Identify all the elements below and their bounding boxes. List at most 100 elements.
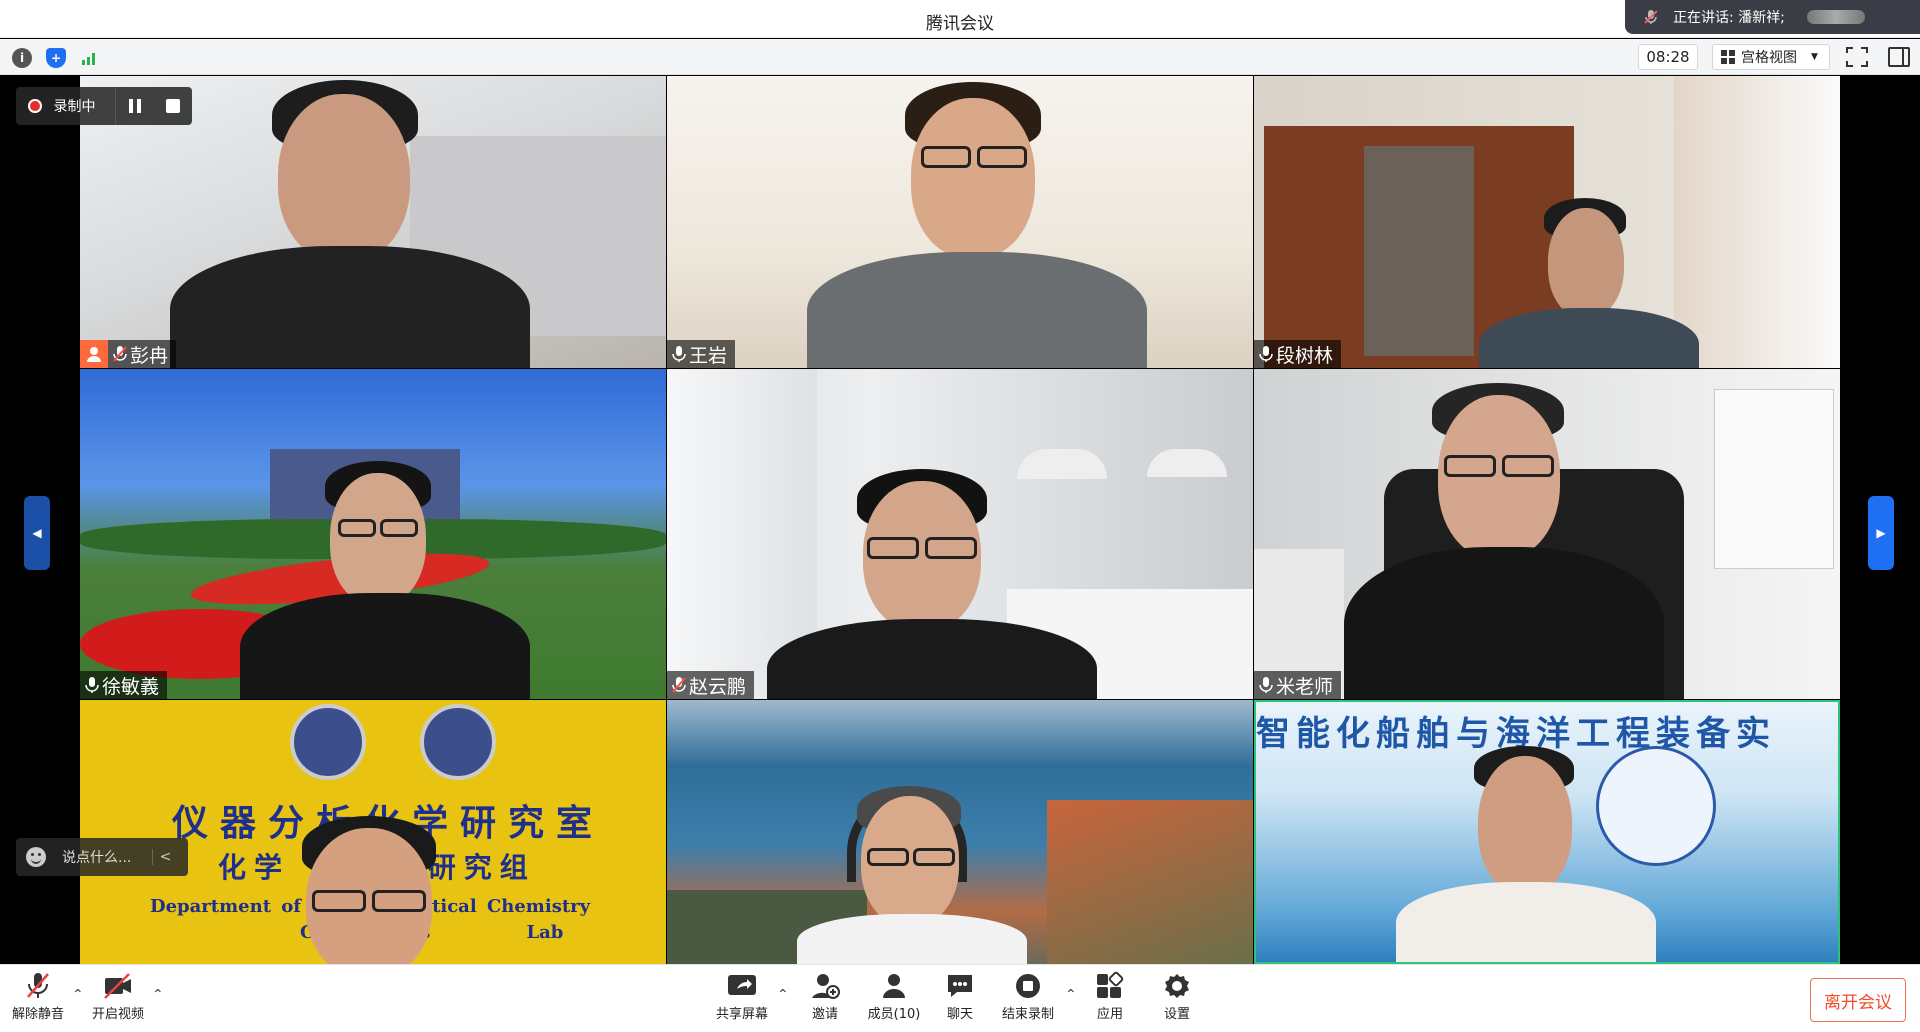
chat-quick-input[interactable]: 说点什么... < (16, 838, 188, 876)
fullscreen-icon[interactable] (1846, 47, 1868, 67)
recording-label: 录制中 (53, 99, 96, 115)
chevron-right-icon: ▶ (1876, 526, 1886, 540)
participant-glasses (867, 848, 909, 866)
pause-icon (136, 99, 141, 113)
blurred-avatar (1806, 10, 1865, 24)
participant-face (911, 98, 1035, 258)
signal-strength-icon[interactable] (80, 48, 100, 68)
video-tile[interactable]: 仪器分析化学研究室 化学 研究组 Department of Ins d Ana… (80, 700, 666, 964)
video-tile[interactable]: 王岩 (667, 76, 1253, 368)
mic-icon (1259, 346, 1273, 362)
bookshelf-inner (1364, 146, 1474, 356)
chat-placeholder[interactable]: 说点什么... (62, 847, 152, 867)
video-tile[interactable]: 米老师 (1254, 369, 1840, 699)
share-screen-label: 共享屏幕 (715, 1007, 768, 1022)
mic-muted-icon (1644, 10, 1658, 24)
end-recording-label: 结束录制 (1001, 1007, 1054, 1022)
title-bar: 腾讯会议 正在讲话: 潘新祥; (0, 0, 1920, 38)
participant-glasses (1444, 455, 1496, 477)
participant-glasses (867, 537, 919, 559)
chat-button[interactable]: 聊天 (924, 971, 996, 1029)
participant-glasses (372, 890, 426, 912)
participant-glasses (380, 519, 418, 537)
participant-face (330, 473, 426, 605)
video-tile[interactable]: 徐敏義 (80, 369, 666, 699)
settings-button[interactable]: 设置 (1141, 971, 1213, 1029)
apps-icon (1097, 971, 1124, 998)
participant-name: 段树林 (1276, 344, 1334, 367)
apps-button[interactable]: 应用 (1074, 971, 1146, 1029)
invite-button[interactable]: 邀请 (789, 971, 861, 1029)
participant-face (1548, 208, 1624, 318)
video-off-icon (104, 973, 131, 999)
tencent-meeting-window: 腾讯会议 正在讲话: 潘新祥; i + 08:28 宫格视图 ▼ 彭冉 王岩 段… (0, 0, 1920, 1032)
members-button[interactable]: 成员(10) (858, 971, 930, 1029)
settings-label: 设置 (1163, 1007, 1190, 1022)
grid-view-icon (1721, 50, 1735, 64)
start-video-button[interactable]: 开启视频 (82, 971, 154, 1029)
mic-icon (1259, 677, 1273, 693)
side-panel-toggle-icon[interactable] (1888, 47, 1910, 67)
next-page-button[interactable]: ▶ (1868, 496, 1894, 570)
participant-name: 徐敏義 (102, 675, 160, 698)
invite-icon (812, 974, 840, 999)
info-icon[interactable]: i (12, 48, 32, 68)
stop-recording-icon (1016, 974, 1040, 998)
meeting-timer: 08:28 (1638, 44, 1698, 70)
participant-face (1478, 756, 1572, 894)
video-tile[interactable]: 段树林 (1254, 76, 1840, 368)
mic-muted-icon (27, 973, 49, 998)
mic-icon (85, 677, 99, 693)
video-feed (667, 700, 1253, 964)
gear-icon (1165, 974, 1189, 998)
chevron-up-icon[interactable]: ⌃ (777, 987, 789, 1003)
participant-body (807, 252, 1147, 368)
chat-icon (948, 975, 972, 997)
chevron-up-icon[interactable]: ⌃ (152, 987, 164, 1003)
participant-name-tag: 王岩 (667, 340, 736, 368)
stop-icon (165, 99, 180, 113)
stop-recording-button[interactable] (154, 87, 192, 125)
participant-body (797, 914, 1027, 964)
leave-meeting-button[interactable]: 离开会议 (1810, 978, 1906, 1022)
pause-recording-button[interactable] (116, 87, 154, 125)
share-screen-button[interactable]: 共享屏幕 (706, 971, 778, 1029)
video-feed: 仪器分析化学研究室 化学 研究组 Department of Ins d Ana… (80, 700, 666, 964)
previous-page-button[interactable]: ◀ (24, 496, 50, 570)
participant-name: 彭冉 (130, 344, 169, 367)
active-speaker-indicator: 正在讲话: 潘新祥; (1625, 0, 1920, 34)
end-recording-button[interactable]: 结束录制 (992, 971, 1064, 1029)
members-label: 成员(10) (867, 1007, 921, 1022)
participant-name-tag: 赵云鹏 (667, 671, 755, 699)
institute-seal (420, 704, 496, 780)
pendant-lamp (1017, 449, 1107, 479)
collapse-chat-button[interactable]: < (152, 849, 178, 865)
pendant-lamp (1147, 449, 1227, 477)
participant-glasses (312, 890, 366, 912)
emoji-icon[interactable] (26, 847, 46, 867)
pause-icon (128, 99, 133, 113)
participant-glasses (921, 146, 971, 168)
video-feed (80, 369, 666, 699)
invite-label: 邀请 (811, 1007, 838, 1022)
video-feed (1254, 76, 1840, 368)
coastal-town (1047, 800, 1253, 964)
active-speaker-tile[interactable]: 智能化船舶与海洋工程装备实 (1254, 700, 1840, 964)
participant-name: 王岩 (689, 344, 728, 367)
security-shield-icon[interactable]: + (46, 48, 66, 68)
mic-icon (672, 346, 686, 362)
participant-name-tag: 彭冉 (80, 340, 177, 368)
video-tile[interactable] (667, 700, 1253, 964)
view-mode-dropdown[interactable]: 宫格视图 ▼ (1712, 44, 1830, 70)
video-grid: 彭冉 王岩 段树林 徐敏義 赵云鹏 米老师 化学 研究组 Department … (80, 76, 1840, 964)
view-mode-label: 宫格视图 (1741, 50, 1797, 66)
start-video-label: 开启视频 (91, 1007, 144, 1022)
participant-name: 赵云鹏 (689, 675, 747, 698)
recording-indicator: 录制中 (16, 87, 192, 125)
unmute-button[interactable]: 解除静音 (2, 971, 74, 1029)
university-seal (290, 704, 366, 780)
participant-glasses (913, 848, 955, 866)
video-tile[interactable]: 赵云鹏 (667, 369, 1253, 699)
participant-body (1396, 882, 1656, 962)
participant-name-tag: 徐敏義 (80, 671, 168, 699)
